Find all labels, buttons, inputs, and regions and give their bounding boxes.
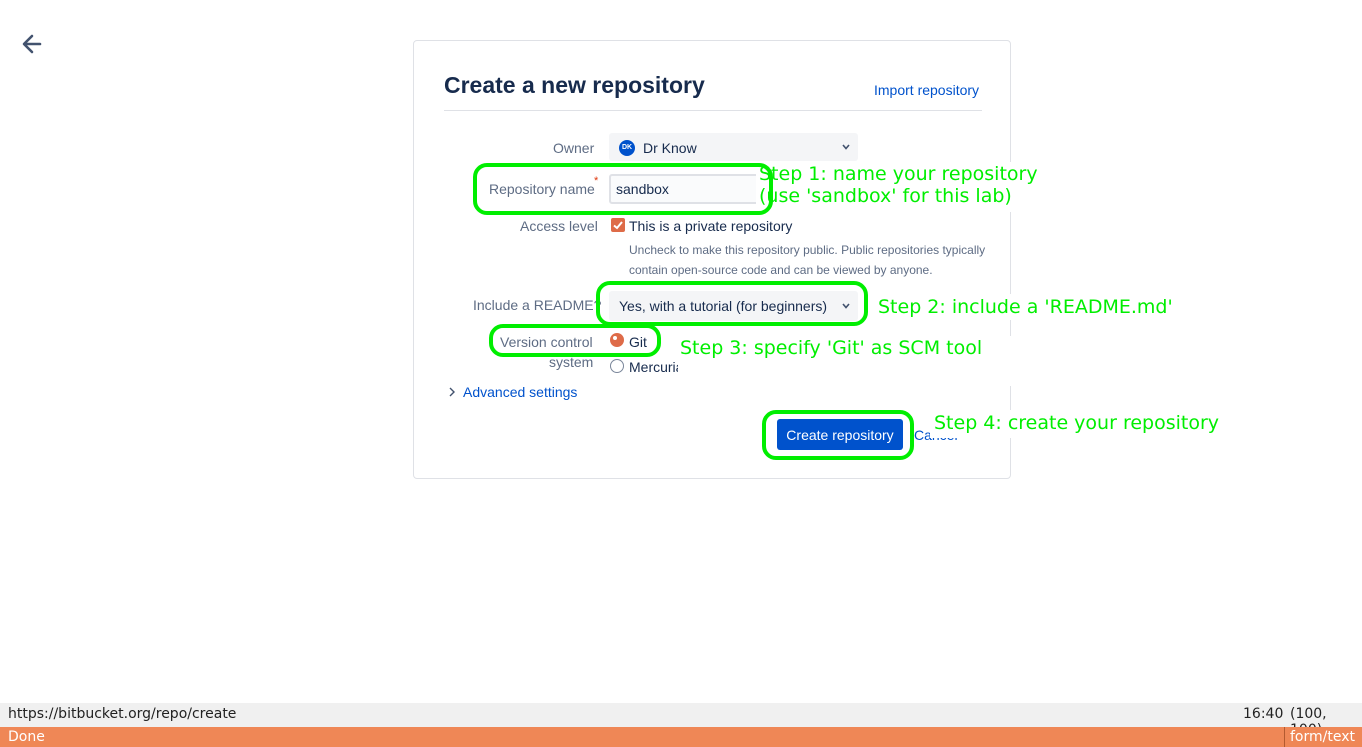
status-divider [1284, 727, 1285, 747]
private-checkbox-label: This is a private repository [629, 218, 793, 234]
chevron-down-icon [842, 144, 850, 150]
step2-highlight [596, 281, 868, 326]
owner-select[interactable]: DK Dr Know [609, 133, 858, 161]
annotation-step4: Step 4: create your repository [934, 412, 1220, 434]
annotation-step1: Step 1: name your repository [759, 163, 1038, 185]
load-status: Done [8, 729, 45, 745]
input-mode: form/text [1290, 729, 1355, 745]
owner-value: Dr Know [643, 140, 697, 156]
access-level-label: Access level [520, 218, 598, 234]
clock: 16:40 [1243, 706, 1284, 722]
title-divider [444, 110, 982, 111]
avatar: DK [619, 140, 635, 156]
private-checkbox[interactable] [611, 218, 625, 232]
mercurial-radio[interactable] [610, 359, 624, 373]
advanced-settings-link[interactable]: Advanced settings [463, 384, 577, 400]
step4-highlight [762, 410, 914, 460]
step1-highlight [473, 163, 773, 215]
status-bar: Done form/text [0, 727, 1362, 747]
step3-highlight [489, 324, 661, 357]
readme-label: Include a README? [473, 297, 602, 313]
url-bar: https://bitbucket.org/repo/create 16:40 … [0, 703, 1362, 738]
annotation-step2: Step 2: include a 'README.md' [878, 296, 1173, 318]
current-url[interactable]: https://bitbucket.org/repo/create [8, 706, 236, 722]
page-title: Create a new repository [444, 72, 705, 98]
back-arrow-icon[interactable] [18, 30, 46, 58]
checkmark-icon [613, 221, 623, 230]
access-help-text: Uncheck to make this repository public. … [629, 243, 986, 277]
owner-label: Owner [553, 140, 595, 156]
annotation-step3: Step 3: specify 'Git' as SCM tool [680, 337, 983, 359]
annotation-step1-note: (use 'sandbox' for this lab) [759, 185, 1012, 207]
chevron-right-icon [449, 387, 455, 397]
import-repository-link[interactable]: Import repository [874, 82, 979, 98]
